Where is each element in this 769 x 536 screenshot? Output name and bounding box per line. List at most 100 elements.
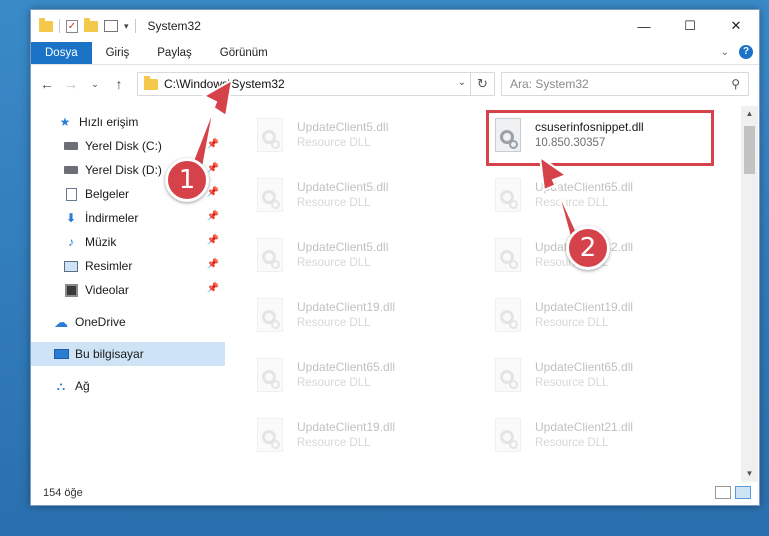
- sidebar-item-label: Resimler: [85, 259, 133, 273]
- file-list: UpdateClient5.dll Resource DLL UpdateClie…: [227, 106, 741, 476]
- star-icon: ★: [59, 115, 71, 129]
- dll-file-icon: [491, 238, 525, 280]
- download-icon: ⬇: [65, 211, 77, 225]
- drive-icon: [63, 139, 79, 153]
- sidebar-item-indirmeler[interactable]: ⬇ İndirmeler 📌: [31, 206, 225, 230]
- up-button[interactable]: ↑: [107, 76, 131, 92]
- dll-file-icon: [491, 358, 525, 400]
- file-name: UpdateClient21.dll: [535, 420, 634, 434]
- title-bar: ✓ ▾ System32 — ☐ ✕: [31, 10, 759, 42]
- list-item[interactable]: UpdateClient19.dll Resource DLL: [253, 298, 481, 346]
- tab-paylas[interactable]: Paylaş: [143, 42, 206, 64]
- file-type: Resource DLL: [297, 137, 371, 149]
- help-icon[interactable]: ?: [739, 45, 753, 59]
- scroll-down-arrow-icon[interactable]: ▼: [741, 466, 758, 482]
- scroll-up-arrow-icon[interactable]: ▲: [741, 106, 758, 122]
- file-name: UpdateClient19.dll: [535, 300, 634, 314]
- sidebar-item-hizli-erisim[interactable]: ★ Hızlı erişim: [31, 110, 225, 134]
- file-type: Resource DLL: [297, 197, 371, 209]
- file-name: UpdateClient19.dll: [297, 300, 396, 314]
- dll-file-icon: [253, 238, 287, 280]
- sidebar-item-label: Müzik: [85, 235, 117, 249]
- list-item[interactable]: UpdateClient21.dll Resource DLL: [491, 418, 719, 466]
- list-item[interactable]: UpdateClient19.dll Resource DLL: [491, 298, 719, 346]
- address-history-chevron-icon[interactable]: ⌄: [458, 77, 466, 88]
- forward-button[interactable]: →: [59, 76, 83, 92]
- dll-file-icon: [253, 358, 287, 400]
- properties-check-icon[interactable]: ✓: [66, 19, 78, 33]
- cloud-icon: ☁: [54, 313, 68, 330]
- music-icon: ♪: [68, 235, 74, 249]
- file-type: Resource DLL: [535, 317, 609, 329]
- list-item[interactable]: UpdateClient5.dll Resource DLL: [253, 178, 481, 226]
- vertical-scrollbar[interactable]: ▲ ▼: [741, 106, 758, 482]
- sidebar-item-bu-bilgisayar[interactable]: Bu bilgisayar: [31, 342, 225, 366]
- folder-icon: [144, 75, 158, 90]
- sidebar-item-label: OneDrive: [75, 315, 126, 329]
- close-button[interactable]: ✕: [713, 10, 759, 42]
- details-view-icon[interactable]: [715, 486, 731, 499]
- sidebar-item-label: Ağ: [75, 379, 90, 393]
- maximize-button[interactable]: ☐: [667, 10, 713, 42]
- pin-icon[interactable]: 📌: [207, 139, 219, 150]
- sidebar-item-onedrive[interactable]: ☁ OneDrive: [31, 310, 225, 334]
- window-controls: — ☐ ✕: [621, 10, 759, 42]
- new-folder-icon[interactable]: [84, 17, 98, 32]
- pin-icon[interactable]: 📌: [207, 259, 219, 270]
- toolbar-divider: [134, 19, 136, 33]
- back-button[interactable]: ←: [35, 76, 59, 92]
- step-badge-1: 1: [165, 158, 209, 202]
- search-input[interactable]: [502, 77, 712, 91]
- recent-locations-chevron-icon[interactable]: ⌄: [83, 79, 107, 90]
- window-title: System32: [147, 19, 201, 33]
- list-item[interactable]: UpdateClient65.dll Resource DLL: [491, 178, 719, 226]
- sidebar-item-yerel-disk-c[interactable]: Yerel Disk (C:) 📌: [31, 134, 225, 158]
- pin-icon[interactable]: 📌: [207, 187, 219, 198]
- large-icons-view-icon[interactable]: [735, 486, 751, 499]
- list-item[interactable]: UpdateClient5.dll Resource DLL: [253, 238, 481, 286]
- sidebar-item-videolar[interactable]: Videolar 📌: [31, 278, 225, 302]
- pin-icon[interactable]: 📌: [207, 163, 219, 174]
- search-icon[interactable]: ⚲: [731, 77, 740, 91]
- list-item[interactable]: UpdateClient19.dll Resource DLL: [253, 418, 481, 466]
- address-path[interactable]: C:\Windows\System32: [164, 77, 285, 91]
- scroll-thumb[interactable]: [744, 126, 755, 174]
- documents-icon: [63, 187, 79, 201]
- tab-gorunum[interactable]: Görünüm: [206, 42, 282, 64]
- list-item[interactable]: UpdateClient65.dll Resource DLL: [253, 358, 481, 406]
- properties-icon[interactable]: [104, 20, 118, 32]
- file-name: UpdateClient65.dll: [535, 180, 634, 194]
- video-icon: [63, 283, 79, 297]
- file-type: Resource DLL: [297, 317, 371, 329]
- pin-icon[interactable]: 📌: [207, 235, 219, 246]
- dll-file-icon: [491, 178, 525, 220]
- list-item[interactable]: UpdateClient65.dll Resource DLL: [491, 358, 719, 406]
- pictures-icon: [63, 259, 79, 273]
- search-box[interactable]: ⚲: [501, 72, 749, 96]
- refresh-button[interactable]: ↻: [470, 73, 494, 95]
- tab-giris[interactable]: Giriş: [92, 42, 144, 64]
- sidebar-item-label: Yerel Disk (C:): [85, 139, 162, 153]
- sidebar-item-resimler[interactable]: Resimler 📌: [31, 254, 225, 278]
- sidebar-item-label: Videolar: [85, 283, 129, 297]
- dll-file-icon: [253, 298, 287, 340]
- customize-toolbar-chevron-icon[interactable]: ▾: [124, 21, 129, 32]
- minimize-button[interactable]: —: [621, 10, 667, 42]
- folder-icon: [39, 17, 53, 32]
- pin-icon[interactable]: 📌: [207, 283, 219, 294]
- file-type: Resource DLL: [535, 197, 609, 209]
- dll-file-icon: [253, 118, 287, 160]
- sidebar-item-ag[interactable]: ⛬ Ağ: [31, 374, 225, 398]
- file-name: UpdateClient65.dll: [535, 360, 634, 374]
- file-name: UpdateClient5.dll: [297, 180, 389, 194]
- sidebar-item-label: İndirmeler: [85, 211, 139, 225]
- status-bar: 154 öğe: [31, 481, 759, 505]
- list-item[interactable]: UpdateClient5.dll Resource DLL: [253, 118, 481, 166]
- sidebar-item-muzik[interactable]: ♪ Müzik 📌: [31, 230, 225, 254]
- address-bar[interactable]: C:\Windows\System32 ⌄ ↻: [137, 72, 495, 96]
- pin-icon[interactable]: 📌: [207, 211, 219, 222]
- expand-ribbon-chevron-icon[interactable]: ⌄: [721, 47, 729, 58]
- computer-icon: [53, 347, 69, 361]
- file-name: UpdateClient5.dll: [297, 120, 389, 134]
- tab-dosya[interactable]: Dosya: [31, 42, 92, 64]
